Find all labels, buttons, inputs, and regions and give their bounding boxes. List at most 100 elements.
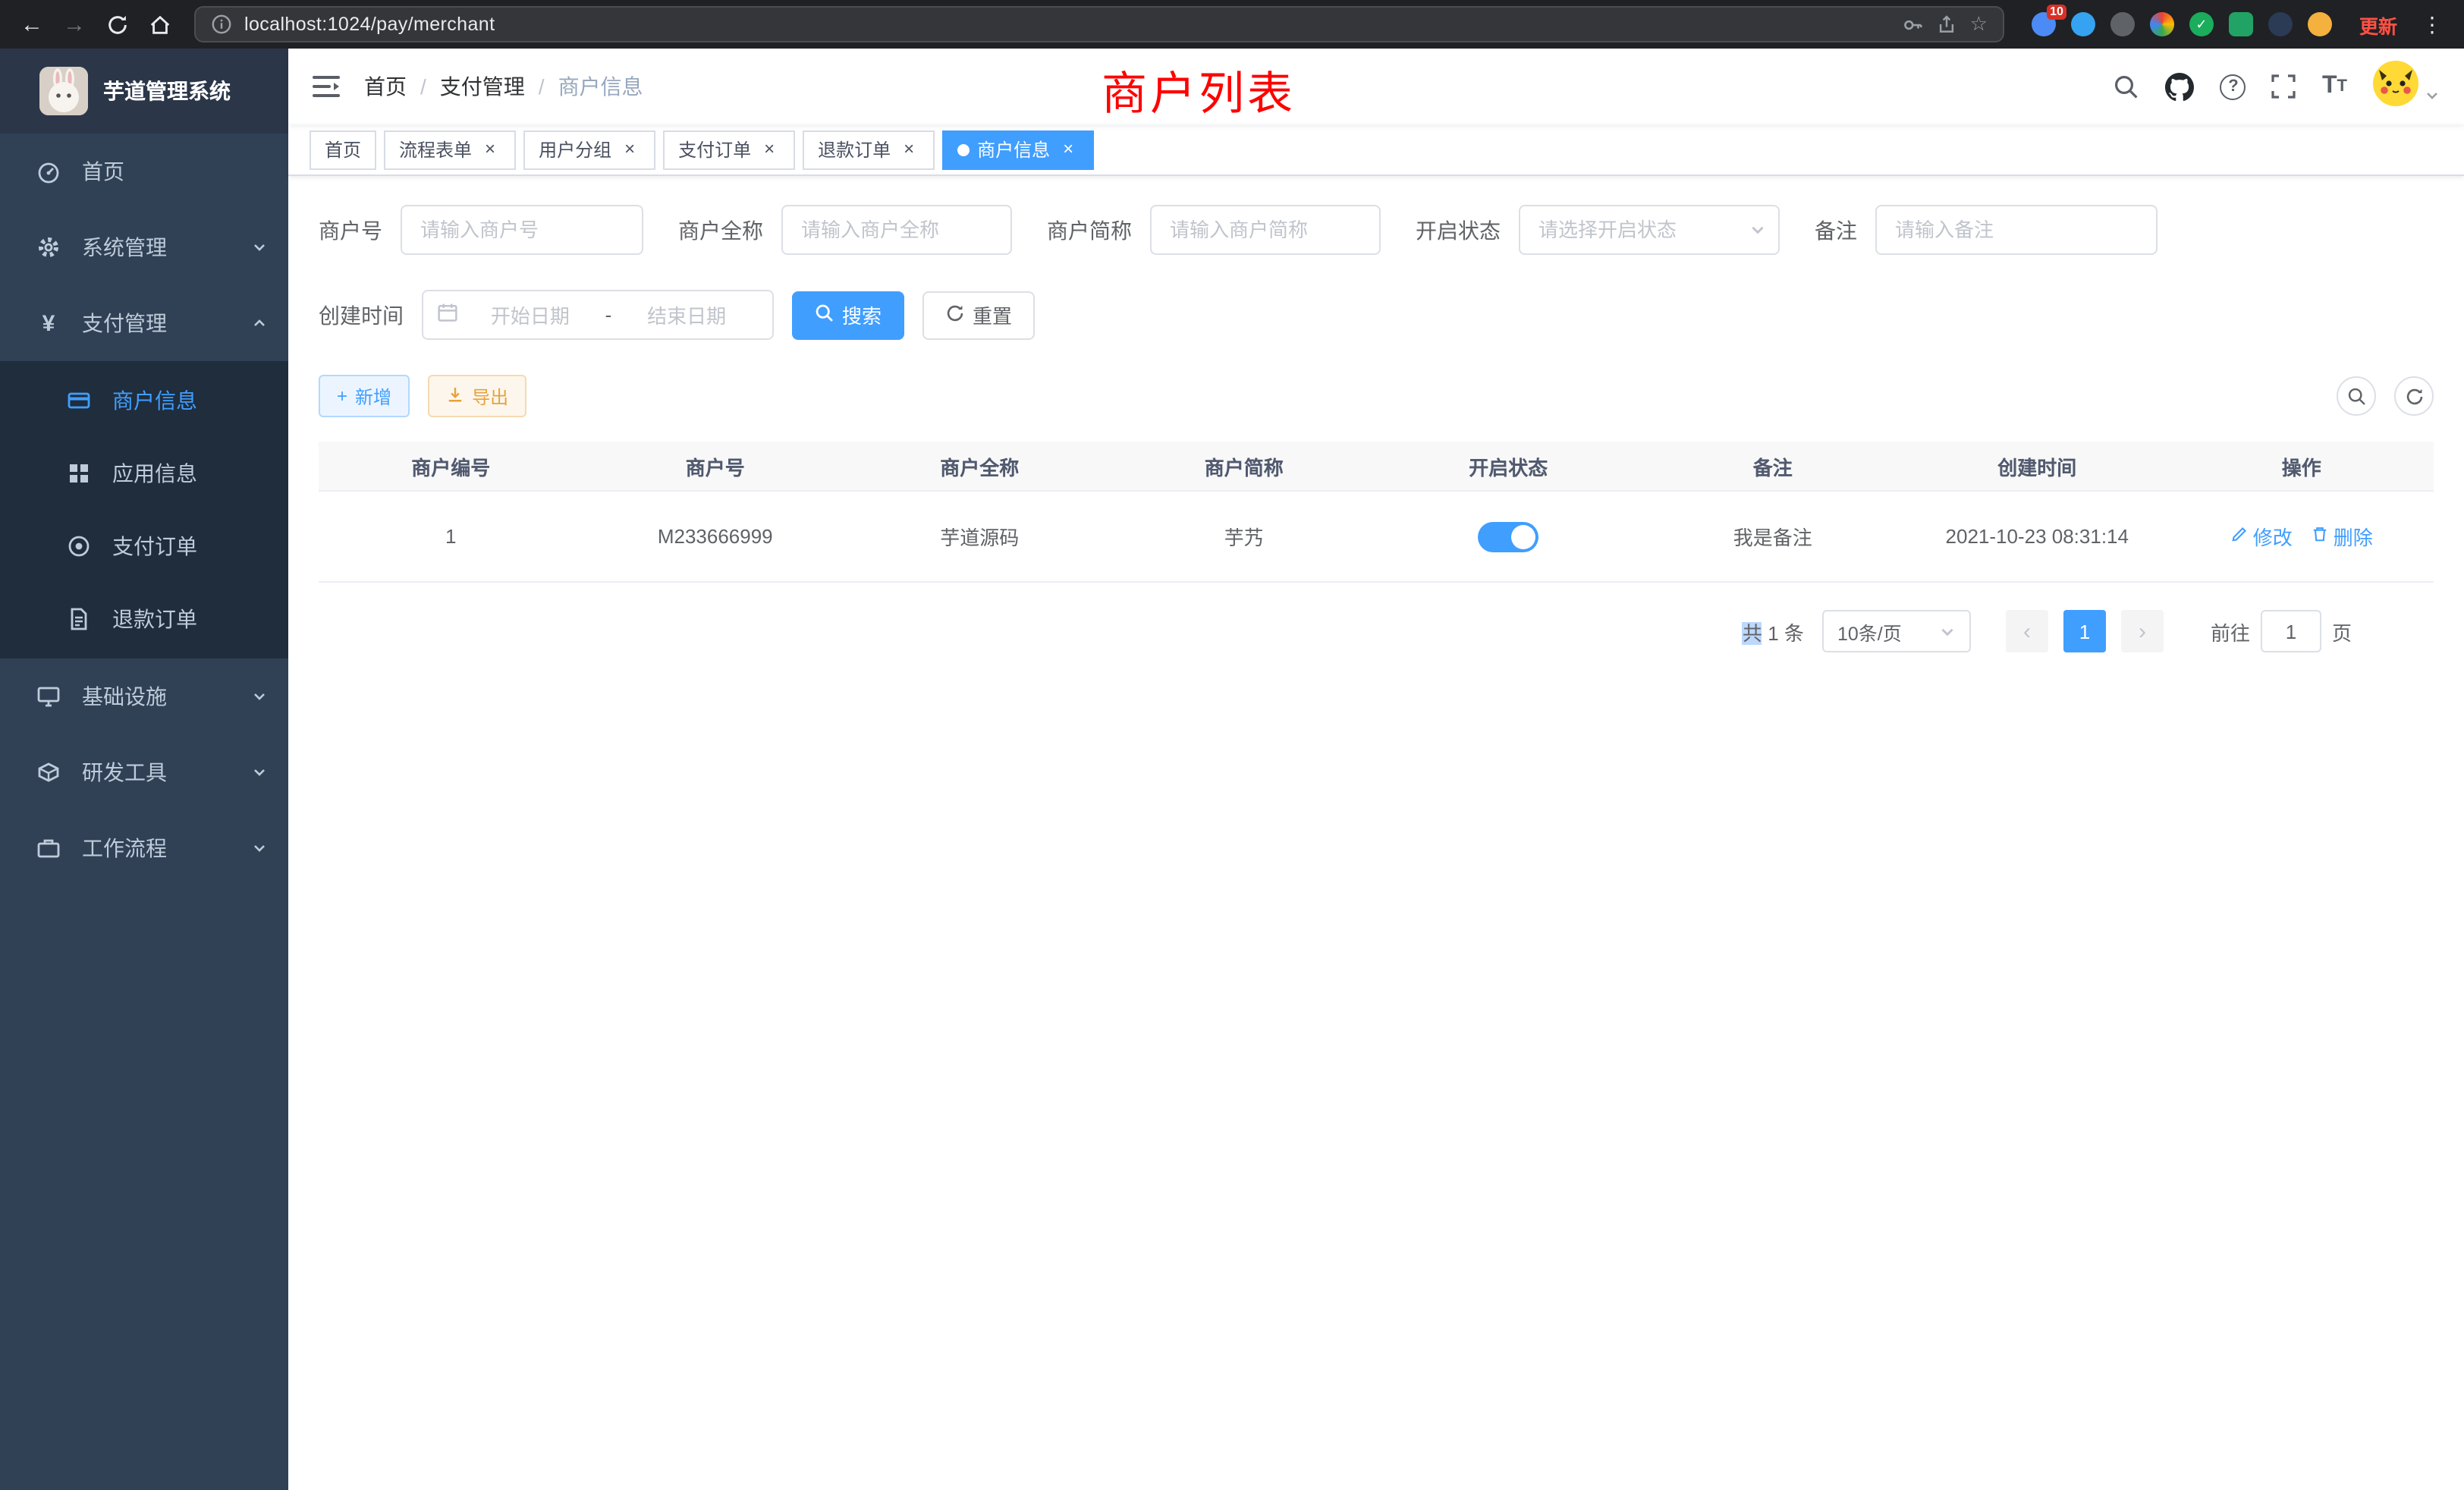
tab-close-icon[interactable]: ×: [898, 139, 919, 160]
prev-page-button[interactable]: ‹: [2006, 610, 2048, 652]
search-button-label: 搜索: [842, 300, 882, 329]
extension-badge: 10: [2047, 5, 2066, 20]
extension-icon[interactable]: ✓: [2189, 12, 2214, 36]
sidebar-item-system[interactable]: 系统管理: [0, 209, 288, 285]
chevron-down-icon: [2425, 83, 2440, 110]
extension-icon[interactable]: [2110, 12, 2135, 36]
tab-close-icon[interactable]: ×: [759, 139, 780, 160]
app-logo[interactable]: 芋道管理系统: [0, 49, 288, 134]
sidebar-item-home[interactable]: 首页: [0, 134, 288, 209]
bookmark-star-icon[interactable]: ☆: [1970, 12, 1988, 36]
sidebar-item-payment[interactable]: ¥ 支付管理: [0, 285, 288, 361]
remark-input[interactable]: [1875, 205, 2158, 255]
share-icon[interactable]: [1937, 14, 1958, 35]
page-content: 商户号 商户全称 商户简称 开启状态: [288, 176, 2464, 1490]
download-icon: [446, 385, 464, 407]
help-icon[interactable]: ?: [2220, 74, 2246, 99]
merchant-no-input[interactable]: [401, 205, 643, 255]
url-text[interactable]: localhost:1024/pay/merchant: [244, 14, 1890, 35]
filter-create-time: 创建时间 开始日期 - 结束日期: [319, 290, 774, 340]
column-header: 商户简称: [1112, 451, 1377, 480]
extension-icon[interactable]: 10: [2032, 12, 2056, 36]
app-title: 芋道管理系统: [103, 76, 231, 106]
extensions-tray: 10 ✓: [2019, 12, 2344, 36]
page-size-value: 10条/页: [1837, 617, 1902, 646]
viewport: ← → localhost:1024/pay/merchant ☆ 10: [0, 0, 2464, 1490]
reload-icon[interactable]: [97, 5, 137, 44]
chevron-up-icon: [252, 316, 267, 331]
tab-refund-order[interactable]: 退款订单 ×: [803, 130, 935, 169]
github-icon[interactable]: [2166, 72, 2195, 101]
user-menu[interactable]: [2373, 60, 2440, 113]
tab-user-group[interactable]: 用户分组 ×: [523, 130, 655, 169]
tab-process-form[interactable]: 流程表单 ×: [384, 130, 516, 169]
font-size-icon[interactable]: TT: [2322, 73, 2347, 100]
sidebar-item-label: 工作流程: [82, 833, 167, 863]
sidebar-item-workflow[interactable]: 工作流程: [0, 810, 288, 886]
extension-icon[interactable]: [2229, 12, 2253, 36]
refresh-icon: [945, 303, 965, 327]
breadcrumb-item[interactable]: 支付管理: [440, 71, 525, 102]
site-info-icon[interactable]: [211, 14, 232, 35]
search-icon: [815, 303, 834, 327]
column-header: 商户号: [583, 451, 848, 480]
extension-icon[interactable]: [2268, 12, 2293, 36]
tab-close-icon[interactable]: ×: [1058, 139, 1079, 160]
field-label: 开启状态: [1416, 215, 1501, 245]
sidebar-item-label: 支付管理: [82, 308, 167, 338]
tab-merchant-info[interactable]: 商户信息 ×: [942, 130, 1094, 169]
reset-button[interactable]: 重置: [922, 291, 1035, 339]
password-key-icon[interactable]: [1902, 13, 1925, 36]
delete-link[interactable]: 删除: [2311, 522, 2373, 551]
extension-icon[interactable]: [2150, 12, 2174, 36]
next-page-button[interactable]: ›: [2121, 610, 2164, 652]
sidebar-item-merchant-info[interactable]: 商户信息: [0, 364, 288, 437]
search-icon[interactable]: [2114, 74, 2140, 99]
briefcase-icon: [30, 836, 67, 860]
plus-icon: +: [337, 385, 347, 407]
breadcrumb-item[interactable]: 首页: [364, 71, 407, 102]
sidebar-item-refund-order[interactable]: 退款订单: [0, 583, 288, 655]
column-header: 创建时间: [1905, 451, 2170, 480]
add-button[interactable]: + 新增: [319, 375, 410, 417]
sidebar-item-pay-order[interactable]: 支付订单: [0, 510, 288, 583]
sidebar-item-app-info[interactable]: 应用信息: [0, 437, 288, 510]
status-toggle[interactable]: [1478, 521, 1538, 552]
tab-close-icon[interactable]: ×: [479, 139, 501, 160]
goto-page-input[interactable]: [2261, 610, 2321, 652]
tab-close-icon[interactable]: ×: [619, 139, 640, 160]
field-label: 备注: [1815, 215, 1857, 245]
home-icon[interactable]: [140, 5, 179, 44]
trash-icon: [2311, 525, 2329, 548]
export-button[interactable]: 导出: [428, 375, 526, 417]
extension-icon[interactable]: [2071, 12, 2095, 36]
show-search-toggle-button[interactable]: [2337, 376, 2376, 416]
fullscreen-icon[interactable]: [2272, 74, 2296, 99]
page-size-select[interactable]: 10条/页: [1822, 610, 1971, 652]
browser-menu-icon[interactable]: ⋮: [2412, 11, 2452, 37]
edit-link-label: 修改: [2253, 522, 2293, 551]
tab-pay-order[interactable]: 支付订单 ×: [663, 130, 795, 169]
date-separator: -: [602, 303, 615, 326]
hamburger-icon[interactable]: [313, 74, 340, 99]
date-range-picker[interactable]: 开始日期 - 结束日期: [422, 290, 774, 340]
address-bar[interactable]: localhost:1024/pay/merchant ☆: [194, 6, 2004, 42]
sidebar-item-label: 系统管理: [82, 232, 167, 262]
filter-merchant-no: 商户号: [319, 205, 643, 255]
tab-home[interactable]: 首页: [310, 130, 376, 169]
filter-merchant-short: 商户简称: [1047, 205, 1381, 255]
merchant-short-input[interactable]: [1150, 205, 1381, 255]
refresh-table-button[interactable]: [2394, 376, 2434, 416]
status-select[interactable]: [1519, 205, 1780, 255]
edit-link[interactable]: 修改: [2230, 522, 2293, 551]
page-number-button[interactable]: 1: [2063, 610, 2106, 652]
merchant-name-input[interactable]: [781, 205, 1012, 255]
browser-update-button[interactable]: 更新: [2347, 10, 2409, 39]
search-button[interactable]: 搜索: [792, 291, 904, 339]
sidebar-item-dev-tools[interactable]: 研发工具: [0, 734, 288, 810]
pagination-total: 共 1 条: [1743, 617, 1804, 646]
forward-icon[interactable]: →: [55, 5, 94, 44]
sidebar-item-infra[interactable]: 基础设施: [0, 659, 288, 734]
profile-avatar-icon[interactable]: [2308, 12, 2332, 36]
back-icon[interactable]: ←: [12, 5, 52, 44]
